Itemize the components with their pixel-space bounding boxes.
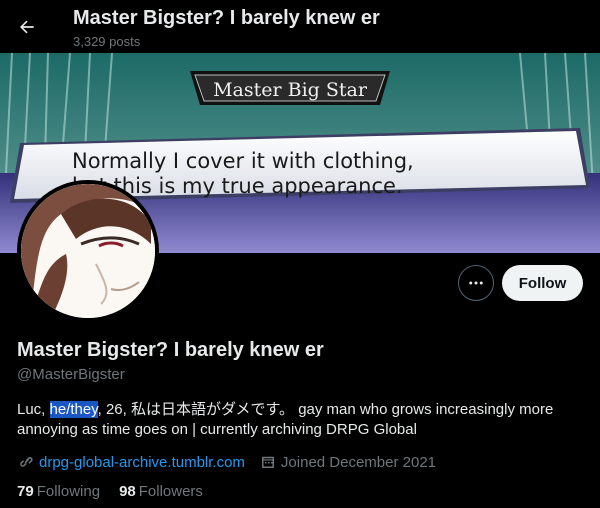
back-button[interactable] <box>10 10 44 44</box>
top-bar: Master Bigster? I barely knew er 3,329 p… <box>0 0 600 53</box>
following-count: 79 <box>17 483 34 500</box>
avatar[interactable] <box>17 180 159 322</box>
followers-count: 98 <box>119 483 136 500</box>
profile-bio: Luc, he/they, 26, 私は日本語がダメです。 gay man wh… <box>17 400 587 440</box>
followers-link[interactable]: 98 Followers <box>119 483 203 500</box>
follow-button[interactable]: Follow <box>502 265 583 301</box>
website-item: drpg-global-archive.tumblr.com <box>17 453 245 471</box>
following-link[interactable]: 79 Following <box>17 483 100 500</box>
banner-nameplate: Master Big Star <box>213 79 368 101</box>
joined-item: Joined December 2021 <box>259 453 436 471</box>
banner-dialog-line1: Normally I cover it with clothing, <box>72 149 414 173</box>
following-label: Following <box>36 483 101 500</box>
bio-text-start: Luc, <box>17 401 50 418</box>
profile-meta: drpg-global-archive.tumblr.com Joined De… <box>17 452 436 472</box>
more-options-button[interactable] <box>458 265 494 301</box>
link-icon <box>20 456 33 467</box>
bio-text-rest: , 26, 私は日本語がダメです。 gay man who grows incr… <box>17 401 554 438</box>
calendar-icon <box>261 456 274 468</box>
followers-label: Followers <box>138 483 203 500</box>
follow-counts: 79 Following 98 Followers <box>17 483 203 500</box>
bio-pronouns-highlight: he/they <box>49 401 98 418</box>
website-link[interactable]: drpg-global-archive.tumblr.com <box>39 454 245 471</box>
user-handle: @MasterBigster <box>17 366 125 383</box>
post-count: 3,329 posts <box>73 34 141 49</box>
joined-date: Joined December 2021 <box>280 453 437 471</box>
more-dots-icon <box>469 281 483 285</box>
back-arrow-icon <box>20 20 34 34</box>
display-name: Master Bigster? I barely knew er <box>17 339 324 361</box>
avatar-image <box>21 184 155 318</box>
header-title: Master Bigster? I barely knew er <box>73 7 380 29</box>
